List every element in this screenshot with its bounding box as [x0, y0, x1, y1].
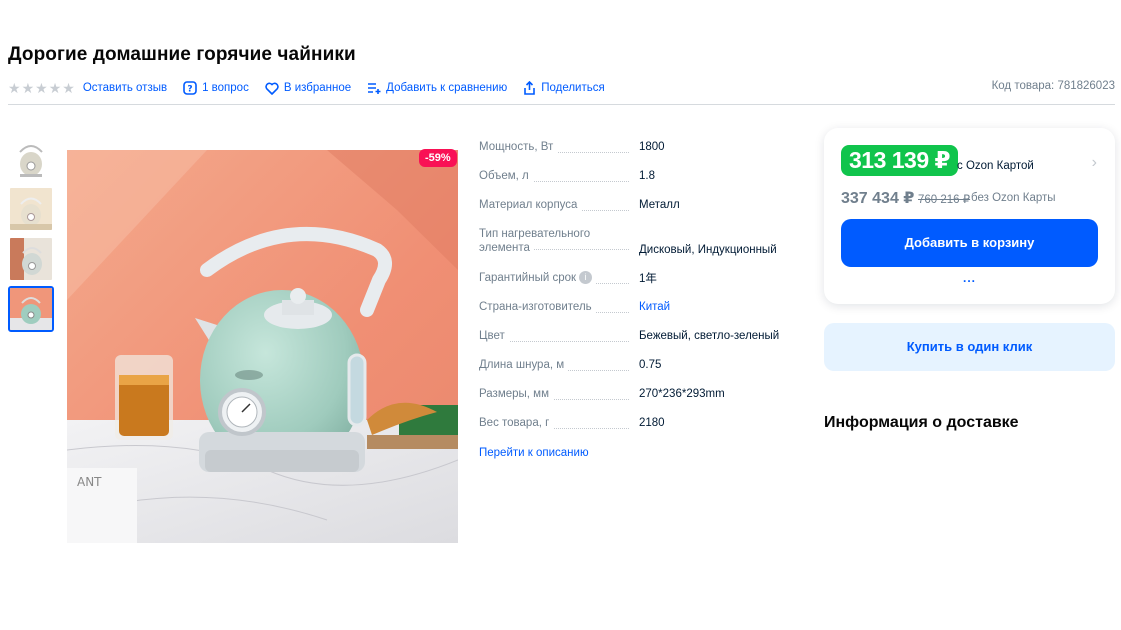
svg-text:?: ?: [187, 85, 192, 95]
heart-icon: [265, 82, 279, 95]
buy-one-click-button[interactable]: Купить в один клик: [824, 323, 1115, 371]
spec-row: Страна-изготовитель Китай: [479, 292, 799, 321]
goto-description-link[interactable]: Перейти к описанию: [479, 447, 589, 459]
questions-link[interactable]: ? 1 вопрос: [183, 81, 249, 95]
thumbnail-2[interactable]: [8, 186, 54, 232]
spec-value: Дисковый, Индукционный: [639, 244, 777, 256]
favorite-label: В избранное: [283, 82, 352, 94]
spec-value-link[interactable]: Китай: [639, 301, 670, 313]
spec-row: Мощность, Вт 1800: [479, 132, 799, 161]
product-code: Код товара: 781826023: [992, 80, 1115, 92]
old-price: 760 216 ₽: [918, 194, 971, 206]
thumbnail-3[interactable]: [8, 236, 54, 282]
price-card: 313 139 ₽ с Ozon Картой › 337 434 ₽ 760 …: [824, 128, 1115, 304]
spec-row: Объем, л 1.8: [479, 161, 799, 190]
rating-stars[interactable]: ★ ★ ★ ★ ★: [8, 81, 75, 95]
spec-value: Металл: [639, 198, 680, 211]
compare-list-icon: [368, 83, 381, 94]
spec-row: Материал корпуса Металл: [479, 190, 799, 219]
spec-row: Гарантийный срок i 1年: [479, 263, 799, 292]
chevron-right-icon[interactable]: ›: [1092, 154, 1097, 172]
spec-row: Тип нагревательного элемента Дисковый, И…: [479, 219, 799, 263]
compare-label: Добавить к сравнению: [386, 82, 508, 94]
question-icon: ?: [183, 81, 197, 95]
main-product-image[interactable]: ANT: [67, 150, 458, 543]
spec-key: Тип нагревательного элемента: [479, 227, 599, 255]
star-icon: ★: [8, 80, 21, 96]
spec-row: Вес товара, г 2180: [479, 408, 799, 437]
spec-key-label: Материал корпуса: [479, 198, 582, 211]
spec-key-label: Объем, л: [479, 169, 533, 182]
product-title: Дорогие домашние горячие чайники: [8, 44, 356, 65]
share-icon: [524, 81, 536, 95]
spec-value: 270*236*293mm: [639, 387, 725, 400]
sku-value[interactable]: 781826023: [1057, 80, 1115, 92]
ozon-card-label: с Ozon Картой: [957, 160, 1034, 172]
spec-value: 1800: [639, 140, 665, 153]
spec-key-label: Размеры, мм: [479, 387, 553, 400]
thumbnail-4-selected[interactable]: [8, 286, 54, 332]
info-icon[interactable]: i: [579, 270, 593, 284]
spec-key-label: Цвет: [479, 329, 509, 342]
ozon-card-price[interactable]: 313 139 ₽: [841, 145, 959, 176]
spec-key-label: Страна-изготовитель: [479, 300, 596, 313]
star-icon: ★: [48, 80, 62, 96]
spec-key-label: Вес товара, г: [479, 416, 554, 429]
divider: [8, 104, 1115, 105]
spec-key-text: Гарантийный срок: [479, 271, 577, 284]
spec-row: Цвет Бежевый, светло-зеленый: [479, 321, 799, 350]
thumbnail-1[interactable]: [8, 136, 54, 182]
spec-key-label: Тип нагревательного элемента: [479, 228, 591, 254]
favorite-button[interactable]: В избранное: [265, 82, 351, 95]
svg-text:ANT: ANT: [77, 475, 102, 489]
discount-badge: -59%: [419, 149, 457, 167]
thumbnail-strip: [8, 136, 56, 336]
share-button[interactable]: Поделиться: [523, 81, 605, 95]
compare-button[interactable]: Добавить к сравнению: [367, 82, 507, 94]
more-options-button[interactable]: ...: [824, 271, 1115, 285]
spec-value: 2180: [639, 416, 665, 429]
spec-row: Длина шнура, м 0.75: [479, 350, 799, 379]
add-to-cart-button[interactable]: Добавить в корзину: [841, 219, 1098, 267]
product-actions-bar: ★ ★ ★ ★ ★ Оставить отзыв ? 1 вопрос В из…: [8, 78, 621, 98]
star-icon: ★: [35, 80, 48, 96]
leave-review-label: Оставить отзыв: [82, 82, 168, 94]
no-card-label: без Ozon Карты: [971, 192, 1056, 204]
star-icon: ★: [62, 80, 75, 96]
regular-price: 337 434 ₽: [841, 190, 915, 207]
spec-value: 1年: [639, 272, 657, 285]
delivery-info-heading: Информация о доставке: [824, 414, 1019, 431]
share-label: Поделиться: [541, 82, 605, 94]
sku-label: Код товара:: [991, 80, 1055, 92]
spec-row: Размеры, мм 270*236*293mm: [479, 379, 799, 408]
leave-review-link[interactable]: Оставить отзыв: [83, 82, 167, 94]
spec-value: Бежевый, светло-зеленый: [639, 329, 780, 342]
spec-key-label: Длина шнура, м: [479, 358, 569, 371]
spec-key-label: Гарантийный срок i: [479, 270, 597, 284]
spec-value: 0.75: [639, 358, 662, 371]
questions-label: 1 вопрос: [202, 82, 249, 94]
specs-list: Мощность, Вт 1800 Объем, л 1.8 Материал …: [479, 132, 799, 437]
spec-value: 1.8: [639, 169, 655, 182]
spec-key-label: Мощность, Вт: [479, 140, 558, 153]
star-icon: ★: [21, 80, 35, 96]
